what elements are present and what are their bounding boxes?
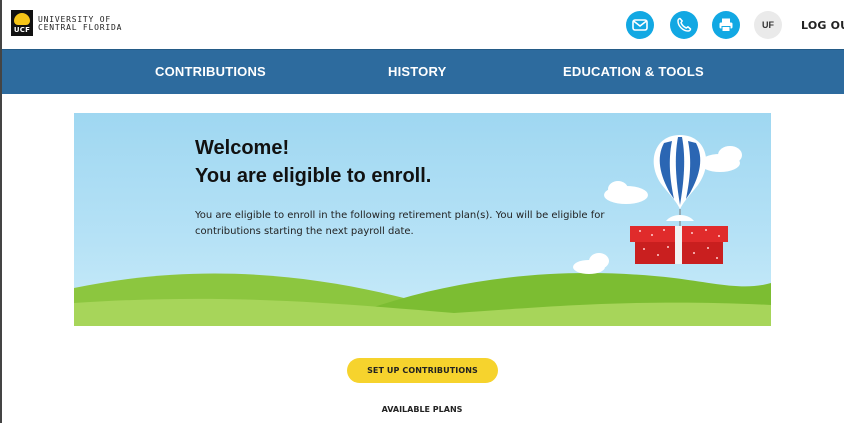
eligibility-message: You are eligible to enroll in the follow… (195, 210, 605, 237)
org-name-line2: CENTRAL FLORIDA (38, 23, 123, 32)
header: UCF UNIVERSITY OF CENTRAL FLORIDA UF LOG… (2, 0, 844, 50)
nav-item-history[interactable]: HISTORY (388, 64, 446, 79)
gift-box-icon (630, 226, 728, 264)
logout-button[interactable]: LOG OUT (801, 19, 844, 32)
user-avatar[interactable]: UF (754, 11, 782, 39)
org-name: UNIVERSITY OF CENTRAL FLORIDA (38, 16, 122, 32)
mail-icon (632, 19, 648, 31)
main-nav: CONTRIBUTIONS HISTORY EDUCATION & TOOLS (2, 49, 844, 94)
print-button[interactable] (712, 11, 740, 39)
print-icon (719, 18, 733, 32)
pegasus-crest-icon (14, 13, 30, 25)
available-plans-heading: AVAILABLE PLANS (381, 405, 463, 414)
phone-button[interactable] (670, 11, 698, 39)
nav-item-contributions[interactable]: CONTRIBUTIONS (155, 64, 266, 79)
mail-button[interactable] (626, 11, 654, 39)
set-up-contributions-button[interactable]: SET UP CONTRIBUTIONS (347, 358, 498, 383)
logo-abbr: UCF (13, 26, 31, 34)
welcome-banner: Welcome! You are eligible to enroll. You… (74, 113, 771, 326)
phone-icon (677, 17, 692, 32)
ucf-logo[interactable]: UCF (11, 10, 33, 36)
nav-item-education-tools[interactable]: EDUCATION & TOOLS (563, 64, 704, 79)
hot-air-balloon-icon (653, 135, 707, 226)
eligibility-heading: You are eligible to enroll. (195, 165, 432, 187)
welcome-heading: Welcome! (195, 137, 290, 159)
